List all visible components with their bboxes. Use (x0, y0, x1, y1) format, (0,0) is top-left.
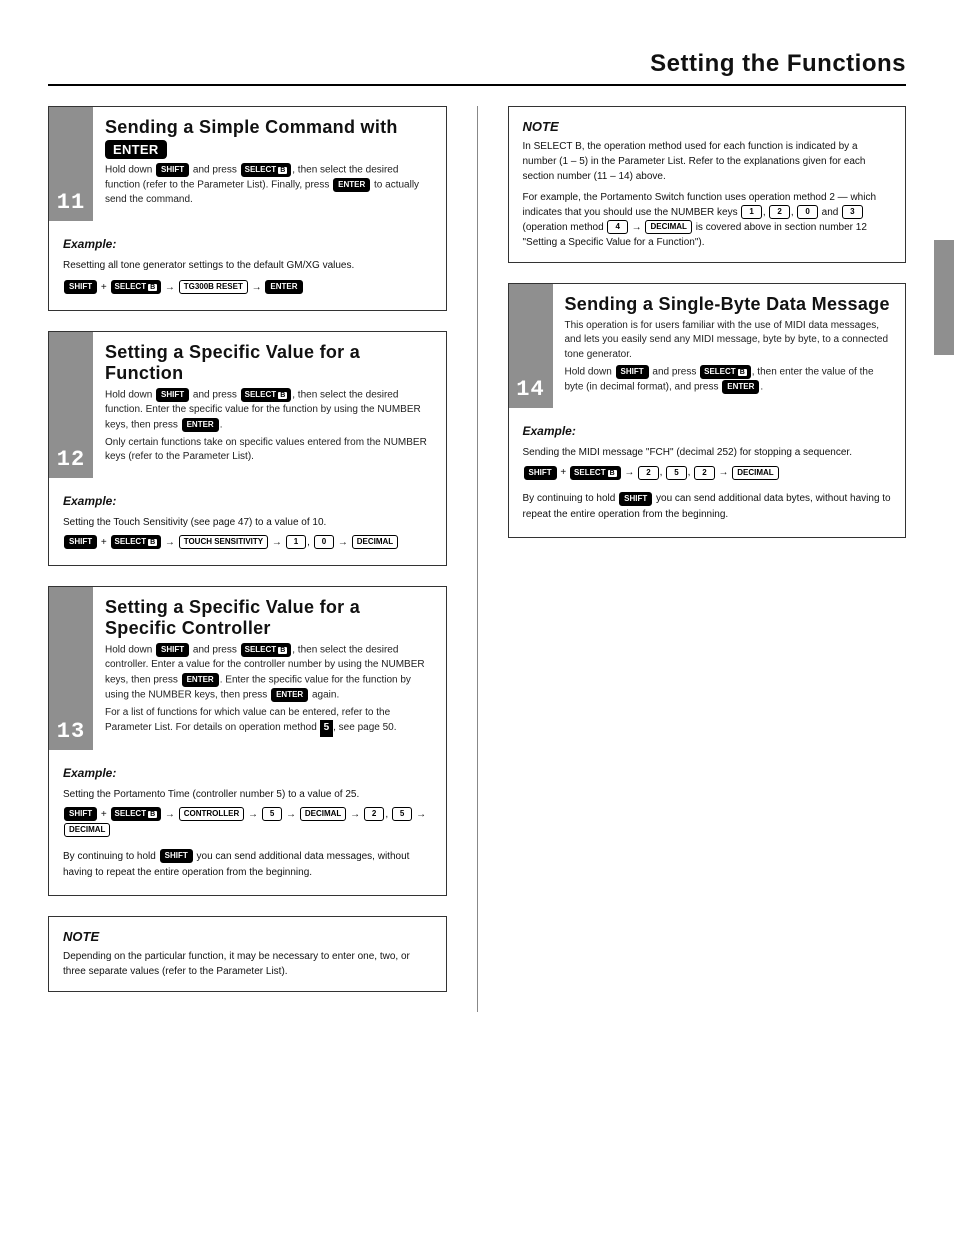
enter-key: ENTER (265, 280, 302, 294)
right-column: NOTE In SELECT B, the operation method u… (508, 106, 907, 1012)
page: Setting the Functions 11 Sending a Simpl… (0, 0, 954, 1244)
example-desc: Sending the MIDI message "FCH" (decimal … (523, 445, 892, 461)
select-b-key: SELECTB (241, 643, 292, 657)
note-text: Depending on the particular function, it… (63, 949, 432, 979)
method-5-icon: 5 (320, 720, 334, 737)
num-0-key: 0 (314, 535, 334, 549)
select-b-key: SELECTB (700, 365, 751, 379)
select-b-key: SELECTB (111, 535, 162, 549)
decimal-key: DECIMAL (64, 823, 110, 837)
section-number: 13 (49, 587, 93, 750)
example-desc: Setting the Portamento Time (controller … (63, 787, 432, 803)
shift-key: SHIFT (156, 388, 189, 402)
tg300b-key: TG300B RESET (179, 280, 248, 294)
select-b-key: SELECTB (241, 163, 292, 177)
num-1-key: 1 (741, 205, 761, 219)
example-block: Example: Sending the MIDI message "FCH" … (509, 408, 906, 537)
section-14: 14 Sending a Single-Byte Data Message Th… (508, 283, 907, 539)
column-divider (477, 106, 478, 1012)
section-title: Sending a Single-Byte Data Message (565, 294, 896, 315)
select-b-key: SELECTB (111, 807, 162, 821)
touch-sensitivity-key: TOUCH SENSITIVITY (179, 535, 268, 549)
shift-key: SHIFT (160, 849, 193, 863)
note-box-2: NOTE In SELECT B, the operation method u… (508, 106, 907, 263)
enter-key: ENTER (182, 673, 219, 687)
enter-key: ENTER (333, 178, 370, 192)
section-12: 12 Setting a Specific Value for a Functi… (48, 331, 447, 566)
section-title: Setting a Specific Value for a Function (105, 342, 436, 384)
decimal-key: DECIMAL (300, 807, 346, 821)
example-label: Example: (63, 764, 432, 783)
enter-key-title: ENTER (105, 140, 167, 159)
example-block: Example: Resetting all tone generator se… (49, 221, 446, 310)
num-2-key: 2 (769, 205, 789, 219)
note-text-p1: In SELECT B, the operation method used f… (523, 139, 892, 184)
select-b-key: SELECTB (570, 466, 621, 480)
decimal-key: DECIMAL (645, 220, 691, 234)
section-body: Hold down SHIFT and press SELECTB, then … (105, 388, 436, 465)
section-title: Setting a Specific Value for a Specific … (105, 597, 436, 639)
num-3-key: 3 (842, 205, 862, 219)
page-title: Setting the Functions (48, 50, 906, 84)
side-tab (934, 240, 954, 355)
shift-key: SHIFT (64, 535, 97, 549)
section-number: 14 (509, 284, 553, 409)
example-label: Example: (523, 422, 892, 441)
num-2-key: 2 (364, 807, 384, 821)
shift-key: SHIFT (156, 163, 189, 177)
example-desc: Resetting all tone generator settings to… (63, 258, 432, 274)
note-label: NOTE (523, 117, 892, 137)
section-body: Hold down SHIFT and press SELECTB, then … (105, 643, 436, 737)
section-13: 13 Setting a Specific Value for a Specif… (48, 586, 447, 896)
section-body: This operation is for users familiar wit… (565, 319, 896, 396)
select-b-key: SELECTB (111, 280, 162, 294)
example-label: Example: (63, 235, 432, 254)
controller-key: CONTROLLER (179, 807, 245, 821)
columns: 11 Sending a Simple Command with ENTER H… (48, 106, 906, 1012)
shift-key: SHIFT (156, 643, 189, 657)
section-11: 11 Sending a Simple Command with ENTER H… (48, 106, 447, 311)
num-2-key: 2 (694, 466, 714, 480)
section-number: 12 (49, 332, 93, 478)
example-block: Example: Setting the Portamento Time (co… (49, 750, 446, 895)
decimal-key: DECIMAL (732, 466, 778, 480)
section-body: Hold down SHIFT and press SELECTB, then … (105, 163, 436, 208)
decimal-key: DECIMAL (352, 535, 398, 549)
num-2-key: 2 (638, 466, 658, 480)
num-4-key: 4 (607, 220, 627, 234)
num-0-key: 0 (797, 205, 817, 219)
section-title: Sending a Simple Command with ENTER (105, 117, 436, 159)
shift-key: SHIFT (524, 466, 557, 480)
shift-key: SHIFT (619, 492, 652, 506)
enter-key: ENTER (722, 380, 759, 394)
num-1-key: 1 (286, 535, 306, 549)
example-desc: Setting the Touch Sensitivity (see page … (63, 515, 432, 531)
num-5-key: 5 (666, 466, 686, 480)
shift-key: SHIFT (64, 280, 97, 294)
note-label: NOTE (63, 927, 432, 947)
enter-key: ENTER (182, 418, 219, 432)
note-box-1: NOTE Depending on the particular functio… (48, 916, 447, 992)
num-5-key: 5 (392, 807, 412, 821)
left-column: 11 Sending a Simple Command with ENTER H… (48, 106, 447, 1012)
title-text: Sending a Simple Command with (105, 117, 398, 137)
section-number: 11 (49, 107, 93, 221)
enter-key: ENTER (271, 688, 308, 702)
example-label: Example: (63, 492, 432, 511)
example-block: Example: Setting the Touch Sensitivity (… (49, 478, 446, 565)
select-b-key: SELECTB (241, 388, 292, 402)
shift-key: SHIFT (616, 365, 649, 379)
header-rule (48, 84, 906, 86)
shift-key: SHIFT (64, 807, 97, 821)
num-5-key: 5 (262, 807, 282, 821)
